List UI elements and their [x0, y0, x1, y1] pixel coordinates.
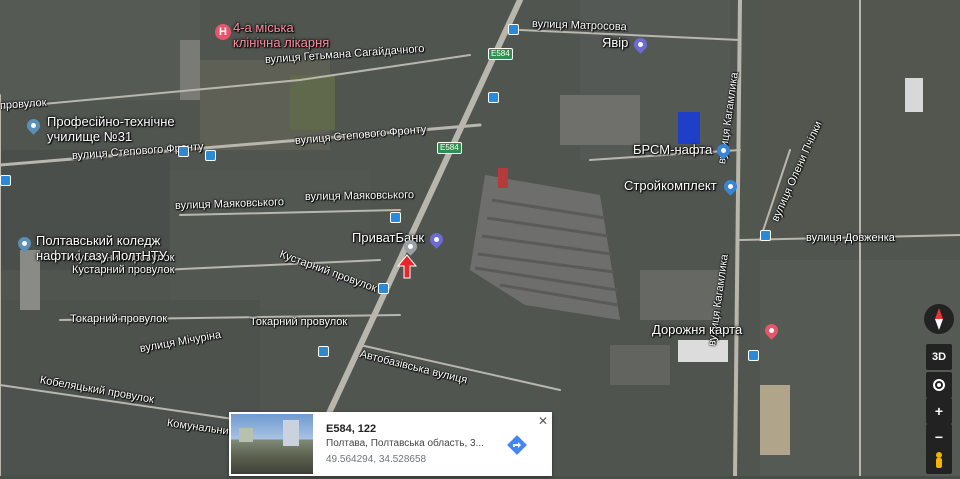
- street-label: вулиця Маяковського: [304, 189, 415, 203]
- poi-hospital[interactable]: 4-а міська клінічна лікарня: [233, 20, 329, 50]
- poi-uchylyshche[interactable]: Професійно-технічне училище №31: [47, 114, 175, 144]
- poi-hospital-line2: клінічна лікарня: [233, 35, 330, 50]
- street-label: Кустарний провулок: [72, 264, 175, 276]
- street-label: Токарний провулок: [70, 313, 168, 325]
- bus-stop-icon[interactable]: [508, 24, 519, 35]
- hospital-icon[interactable]: H: [215, 24, 231, 40]
- crosshair-icon: [933, 379, 945, 391]
- bus-stop-icon[interactable]: [760, 230, 771, 241]
- street-view-image: [239, 420, 299, 446]
- street-label: Токарний провулок: [250, 316, 348, 328]
- poi-yavir[interactable]: Явір: [602, 35, 628, 50]
- street-view-thumbnail[interactable]: [231, 414, 313, 474]
- poi-koledzh-line1: Полтавський коледж: [36, 233, 161, 248]
- compass-button[interactable]: [924, 304, 954, 334]
- poi-koledzh[interactable]: Полтавський коледж нафти і газу ПолтНТУ: [36, 233, 167, 263]
- bus-stop-icon[interactable]: [378, 283, 389, 294]
- street-label: вулиця Довженка: [806, 232, 895, 244]
- zoom-in-button[interactable]: +: [926, 398, 952, 424]
- close-icon[interactable]: ✕: [538, 414, 548, 428]
- pegman-button[interactable]: [926, 448, 952, 474]
- zoom-out-button[interactable]: −: [926, 424, 952, 450]
- card-coordinates[interactable]: 49.564294, 34.528658: [326, 454, 426, 465]
- pegman-icon: [936, 452, 942, 468]
- poi-stroikomplekt[interactable]: Стройкомплект: [624, 178, 717, 193]
- road-shield: E584: [488, 48, 513, 60]
- 3d-button[interactable]: 3D: [926, 344, 952, 370]
- bus-stop-icon[interactable]: [488, 92, 499, 103]
- poi-hospital-line1: 4-а міська: [233, 20, 294, 35]
- bus-stop-icon[interactable]: [318, 346, 329, 357]
- road-shield: E584: [437, 142, 462, 154]
- compass-icon: [935, 308, 943, 330]
- bus-stop-icon[interactable]: [390, 212, 401, 223]
- poi-uchylyshche-line2: училище №31: [47, 129, 133, 144]
- bus-stop-icon[interactable]: [178, 146, 189, 157]
- card-title: E584, 122: [326, 423, 377, 435]
- directions-icon[interactable]: [506, 434, 528, 456]
- bus-stop-icon[interactable]: [205, 150, 216, 161]
- poi-brsm[interactable]: БРСМ-нафта: [633, 142, 712, 157]
- poi-dorozhna[interactable]: Дорожня карта: [652, 322, 742, 337]
- poi-koledzh-line2: нафти і газу ПолтНТУ: [36, 248, 168, 263]
- location-info-card[interactable]: E584, 122 Полтава, Полтавська область, 3…: [229, 412, 552, 476]
- bus-stop-icon[interactable]: [748, 350, 759, 361]
- my-location-button[interactable]: [926, 372, 952, 398]
- card-address: Полтава, Полтавська область, 3...: [326, 438, 484, 449]
- bus-stop-icon[interactable]: [0, 175, 11, 186]
- poi-uchylyshche-line1: Професійно-технічне: [47, 114, 175, 129]
